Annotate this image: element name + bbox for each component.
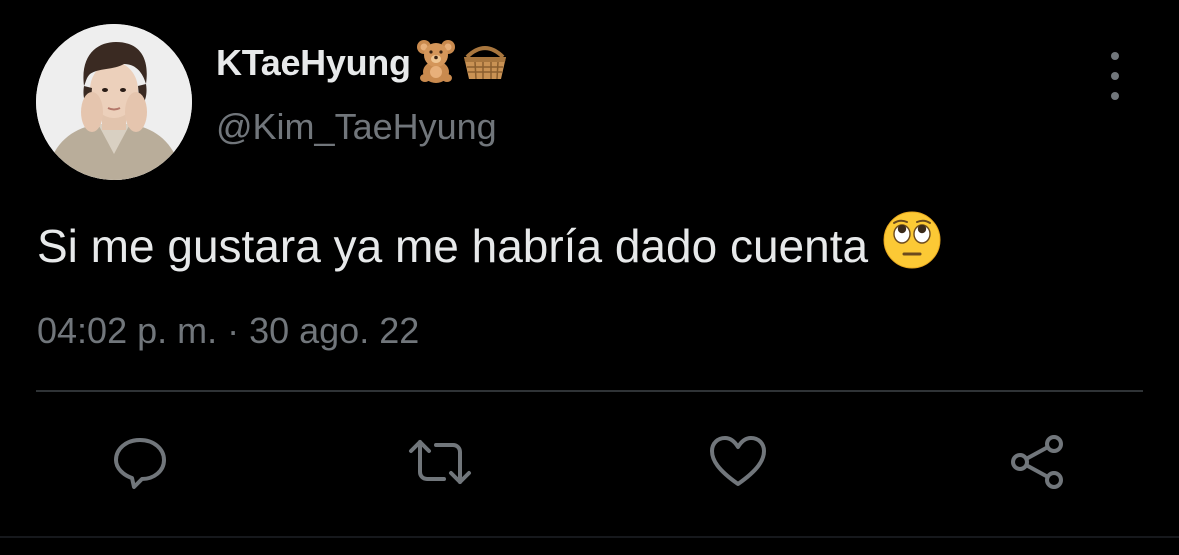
more-dot: [1111, 72, 1119, 80]
tweet-timestamp[interactable]: 04:02 p. m. · 30 ago. 22: [37, 310, 419, 352]
heart-icon: [710, 436, 766, 486]
bottom-divider: [0, 536, 1179, 538]
user-handle[interactable]: @Kim_TaeHyung: [216, 106, 497, 148]
retweet-icon: [409, 440, 471, 484]
tweet-detail: KTaeHyung @Kim_TaeHyung Si me gustara ya…: [0, 0, 1179, 555]
reply-button[interactable]: [108, 430, 172, 494]
retweet-button[interactable]: [408, 430, 472, 494]
avatar-image: [36, 24, 192, 180]
tweet-text: Si me gustara ya me habría dado cuenta: [37, 210, 942, 281]
display-name-row: KTaeHyung: [216, 38, 509, 88]
more-dot: [1111, 92, 1119, 100]
more-dot: [1111, 52, 1119, 60]
display-name[interactable]: KTaeHyung: [216, 42, 411, 84]
share-button[interactable]: [1006, 430, 1070, 494]
speech-bubble-icon: [114, 438, 166, 489]
face-with-rolling-eyes-icon: [882, 210, 942, 281]
teddy-bear-icon: [415, 38, 457, 89]
avatar[interactable]: [36, 24, 192, 180]
like-button[interactable]: [706, 430, 770, 494]
share-icon: [1011, 435, 1063, 489]
divider: [36, 390, 1143, 392]
more-options-button[interactable]: [1098, 52, 1132, 100]
tweet-body: Si me gustara ya me habría dado cuenta: [37, 219, 869, 272]
basket-icon: [461, 39, 509, 88]
